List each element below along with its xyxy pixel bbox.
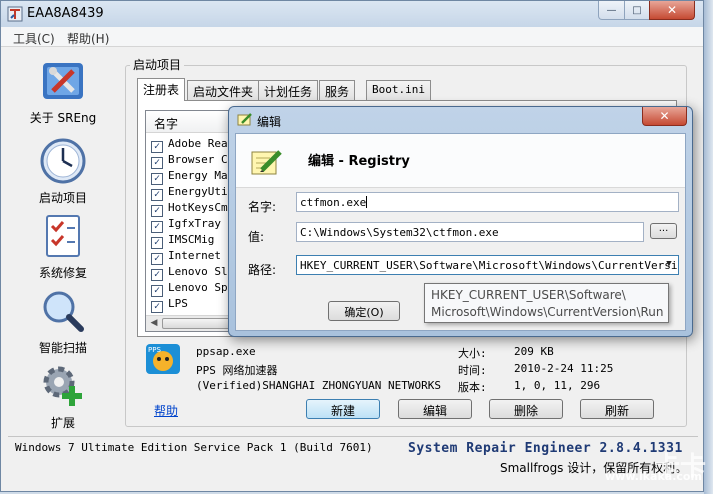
svg-text:PPS: PPS: [148, 346, 161, 354]
maximize-button[interactable]: □: [624, 1, 650, 20]
list-header-name[interactable]: 名字: [146, 111, 236, 133]
scroll-left-icon[interactable]: ◀: [148, 318, 160, 330]
value-label: 值:: [248, 230, 265, 244]
list-item[interactable]: ✓ LPS: [151, 297, 188, 313]
version-value: 1, 0, 11, 296: [514, 379, 601, 392]
menu-help[interactable]: 帮助(H): [67, 30, 109, 47]
checkbox[interactable]: ✓: [151, 253, 163, 265]
selected-description: PPS 网络加速器: [196, 364, 278, 377]
tab-services[interactable]: 服务: [319, 80, 356, 100]
browse-button[interactable]: ...: [650, 223, 677, 239]
checkbox[interactable]: ✓: [151, 221, 163, 233]
dialog-close-button[interactable]: ✕: [642, 107, 687, 126]
checklist-icon: [46, 215, 80, 257]
status-divider: [8, 436, 698, 437]
selected-company: (Verified)SHANGHAI ZHONGYUAN NETWORKS: [196, 379, 442, 392]
title-bar[interactable]: EAA8A8439 — □ ✕: [1, 1, 703, 27]
os-info: Windows 7 Ultimate Edition Service Pack …: [15, 441, 373, 454]
sidebar-item-scan[interactable]: 智能扫描: [11, 283, 115, 355]
checkbox[interactable]: ✓: [151, 237, 163, 249]
dialog-title-bar[interactable]: 编辑 ✕: [229, 107, 692, 131]
minimize-button[interactable]: —: [598, 1, 625, 20]
sidebar-item-label: 智能扫描: [38, 341, 87, 355]
sidebar: 关于 SREng 启动项目 系统修复 智能扫描 扩展: [11, 53, 115, 433]
app-icon: [7, 6, 23, 22]
list-item[interactable]: ✓ Adobe Read: [151, 137, 234, 153]
group-title: 启动项目: [130, 56, 185, 73]
dialog-header: [236, 134, 685, 188]
sidebar-item-label: 关于 SREng: [29, 111, 97, 125]
selected-file: ppsap.exe: [196, 345, 256, 358]
gear-plus-icon: [43, 366, 82, 406]
list-item[interactable]: ✓ IgfxTray: [151, 217, 221, 233]
value-input[interactable]: C:\Windows\System32\ctfmon.exe: [296, 222, 644, 242]
close-button[interactable]: ✕: [649, 1, 695, 20]
size-value: 209 KB: [514, 345, 554, 358]
checkbox[interactable]: ✓: [151, 157, 163, 169]
sidebar-item-repair[interactable]: 系统修复: [11, 208, 115, 280]
desktop-edge: [704, 0, 713, 494]
list-item[interactable]: ✓ HotKeysCmd: [151, 201, 234, 217]
clock-icon: [40, 138, 86, 184]
path-tooltip: HKEY_CURRENT_USER\Software\ Microsoft\Wi…: [424, 283, 669, 323]
scroll-thumb[interactable]: [162, 318, 234, 329]
refresh-button[interactable]: 刷新: [580, 399, 654, 419]
edit-button[interactable]: 编辑: [398, 399, 472, 419]
menu-bar: 工具(C) 帮助(H): [1, 27, 703, 47]
pps-app-icon: PPS: [146, 344, 180, 374]
checkbox[interactable]: ✓: [151, 205, 163, 217]
dialog-heading: 编辑 - Registry: [308, 154, 410, 169]
magnifier-icon: [43, 291, 84, 332]
path-label: 路径:: [248, 263, 277, 277]
size-label: 大小:: [458, 347, 487, 360]
time-label: 时间:: [458, 364, 487, 377]
sidebar-item-startup[interactable]: 启动项目: [11, 133, 115, 205]
list-item[interactable]: ✓ EnergyUtil: [151, 185, 234, 201]
list-item[interactable]: ✓ Energy Man: [151, 169, 234, 185]
new-button[interactable]: 新建: [306, 399, 380, 419]
pencil-note-icon: [237, 113, 252, 126]
tab-startup-folder[interactable]: 启动文件夹: [187, 80, 260, 100]
checkbox[interactable]: ✓: [151, 141, 163, 153]
horizontal-scrollbar[interactable]: ◀: [146, 315, 236, 331]
checkbox[interactable]: ✓: [151, 269, 163, 281]
checkbox[interactable]: ✓: [151, 173, 163, 185]
list-item[interactable]: ✓ Browser Cv: [151, 153, 234, 169]
chevron-down-icon[interactable]: ▼: [662, 259, 676, 272]
ok-button[interactable]: 确定(O): [328, 301, 400, 321]
help-link[interactable]: 帮助: [154, 402, 178, 419]
tab-boot-ini[interactable]: Boot.ini: [366, 80, 431, 100]
tab-scheduled-tasks[interactable]: 计划任务: [258, 80, 319, 100]
path-select[interactable]: HKEY_CURRENT_USER\Software\Microsoft\Win…: [296, 255, 679, 275]
name-label: 名字:: [248, 200, 277, 214]
startup-list[interactable]: 名字 ✓ Adobe Read ✓ Browser Cv ✓ Energy Man ✓…: [145, 110, 237, 332]
sidebar-item-label: 系统修复: [38, 266, 87, 280]
window-title: EAA8A8439: [27, 6, 104, 21]
list-item[interactable]: ✓ Lenovo Spl: [151, 281, 234, 297]
sidebar-item-label: 扩展: [50, 416, 75, 430]
tools-icon: [43, 63, 83, 99]
name-input[interactable]: ctfmon.exe: [296, 192, 679, 212]
time-value: 2010-2-24 11:25: [514, 362, 614, 375]
dialog-title: 编辑: [257, 115, 282, 129]
menu-tools[interactable]: 工具(C): [13, 30, 55, 47]
list-item[interactable]: ✓ Lenovo Sli: [151, 265, 234, 281]
sidebar-item-extend[interactable]: 扩展: [11, 358, 115, 430]
checkbox[interactable]: ✓: [151, 301, 163, 313]
sidebar-item-label: 启动项目: [38, 191, 87, 205]
delete-button[interactable]: 删除: [489, 399, 563, 419]
list-item[interactable]: ✓ IMSCMig: [151, 233, 214, 249]
checkbox[interactable]: ✓: [151, 189, 163, 201]
list-item[interactable]: ✓ Internet H: [151, 249, 234, 265]
checkbox[interactable]: ✓: [151, 285, 163, 297]
tab-registry[interactable]: 注册表: [137, 78, 186, 101]
version-label: 版本:: [458, 381, 487, 394]
sidebar-item-about[interactable]: 关于 SREng: [11, 53, 115, 125]
edit-pencil-icon: [251, 150, 282, 175]
watermark-url: www.ikaka.com: [605, 470, 702, 483]
